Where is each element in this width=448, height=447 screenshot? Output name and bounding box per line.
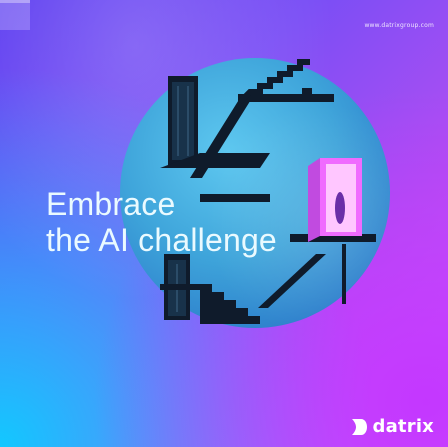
support-pillar	[342, 244, 346, 304]
datrix-logo[interactable]: datrix	[349, 416, 435, 437]
glowing-door	[308, 158, 362, 242]
door-upper-left	[168, 76, 198, 166]
corner-mark-icon	[0, 0, 30, 30]
logo-text: datrix	[372, 416, 434, 437]
headline-line-2: the AI challenge	[46, 222, 277, 258]
promo-banner: www.datrixgroup.com Embrace the AI chall…	[0, 0, 448, 447]
headline-line-1: Embrace	[46, 186, 176, 222]
website-url[interactable]: www.datrixgroup.com	[364, 22, 434, 29]
headline: Embrace the AI challenge	[46, 186, 277, 258]
datrix-logo-icon	[351, 418, 367, 435]
